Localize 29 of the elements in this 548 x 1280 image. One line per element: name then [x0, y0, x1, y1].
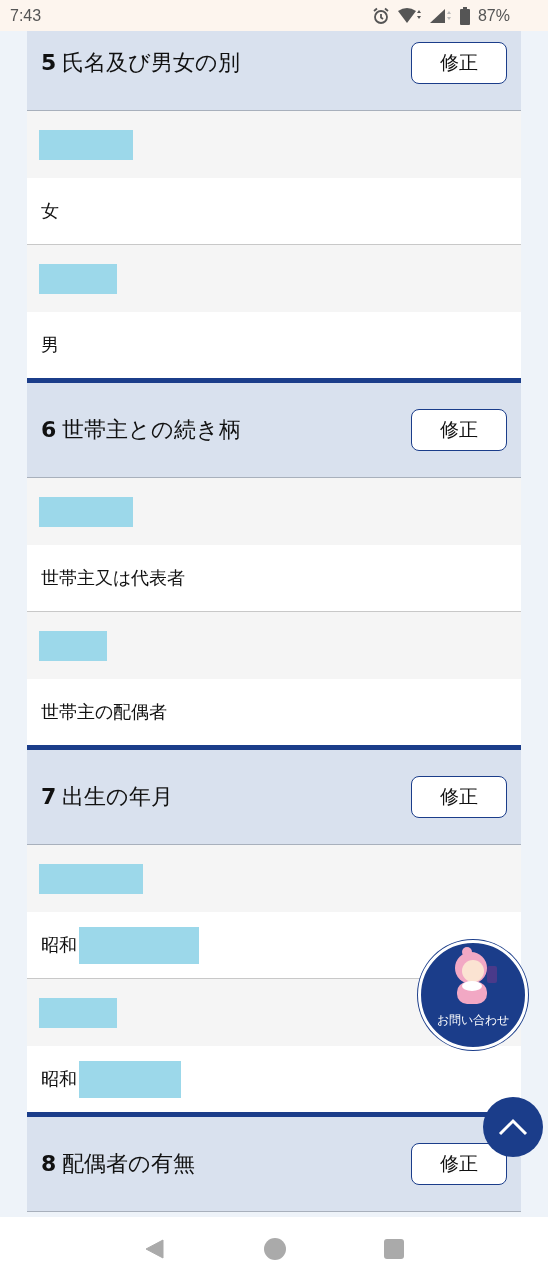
edit-button[interactable]: 修正 — [411, 1143, 507, 1185]
section-number: 7 — [41, 784, 57, 809]
chevron-up-icon — [498, 1118, 528, 1136]
recents-icon[interactable] — [384, 1238, 404, 1259]
back-icon[interactable] — [144, 1237, 166, 1260]
wifi-icon — [397, 7, 422, 24]
home-icon[interactable] — [264, 1237, 286, 1260]
section-title: 出生の年月 — [62, 783, 174, 811]
field-value: 男 — [41, 333, 59, 357]
edit-button[interactable]: 修正 — [411, 776, 507, 818]
field-value: 女 — [41, 199, 59, 223]
field-value: 昭和 — [41, 933, 77, 957]
battery-icon — [459, 6, 470, 25]
edit-button[interactable]: 修正 — [411, 409, 507, 451]
redaction-block — [39, 630, 107, 661]
field-value: 世帯主の配偶者 — [41, 700, 167, 724]
edit-button[interactable]: 修正 — [411, 42, 507, 84]
alarm-icon — [371, 6, 390, 25]
section-title: 配偶者の有無 — [62, 1150, 196, 1178]
section-number: 6 — [41, 417, 57, 442]
section-title: 氏名及び男女の別 — [62, 49, 241, 77]
section-number: 5 — [41, 50, 57, 75]
field-value: 昭和 — [41, 1067, 77, 1091]
section-number: 8 — [41, 1151, 57, 1176]
section-title: 世帯主との続き柄 — [62, 416, 242, 444]
field-value: 世帯主又は代表者 — [41, 566, 185, 590]
clock-time: 7:43 — [10, 6, 42, 25]
signal-icon — [429, 7, 452, 24]
battery-percent: 87% — [477, 6, 510, 25]
